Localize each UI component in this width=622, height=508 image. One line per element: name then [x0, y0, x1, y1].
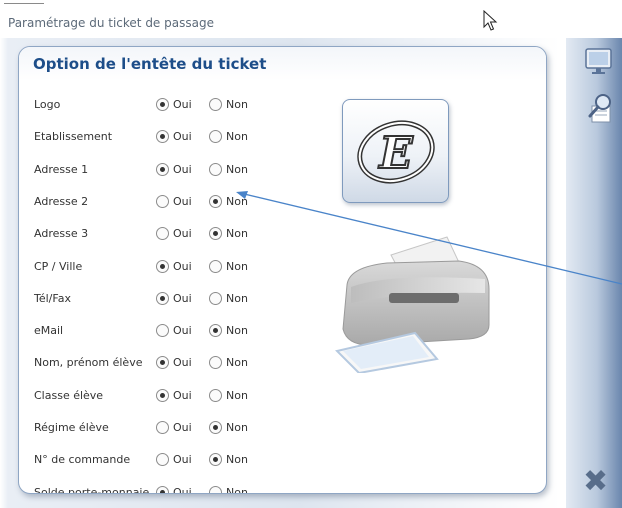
radio-oui-label: Oui	[173, 194, 192, 208]
radio-oui-label: Oui	[173, 162, 192, 176]
radio-oui-button[interactable]	[156, 324, 169, 338]
printer-icon	[335, 236, 490, 373]
option-row: Adresse 3 Oui Non	[19, 224, 319, 244]
option-label: N° de commande	[34, 453, 131, 467]
title-bar: Paramétrage du ticket de passage	[0, 0, 622, 38]
option-row: Régime élève Oui Non	[19, 418, 319, 438]
panel-title: Option de l'entête du ticket	[33, 55, 267, 73]
radio-oui-button[interactable]	[156, 194, 169, 208]
radio-oui-button[interactable]	[156, 98, 169, 111]
close-icon[interactable]: ✖	[583, 467, 608, 497]
radio-oui-label: Oui	[173, 227, 192, 241]
radio-non-button[interactable]	[209, 162, 222, 176]
logo-letter: E	[377, 128, 414, 179]
radio-non-label: Non	[226, 324, 248, 338]
logo-e-icon: E	[357, 120, 435, 184]
print-preview-icon[interactable]	[584, 92, 616, 126]
radio-non-button[interactable]	[209, 356, 222, 370]
radio-non-label: Non	[226, 291, 248, 305]
radio-non-label: Non	[226, 130, 248, 144]
option-label: Nom, prénom élève	[34, 356, 143, 370]
header-options-panel: Option de l'entête du ticket Logo Oui Non E…	[18, 46, 547, 494]
radio-oui-label: Oui	[173, 259, 192, 273]
option-label: Adresse 3	[34, 227, 89, 241]
option-row: eMail Oui Non	[19, 321, 319, 341]
radio-oui-button[interactable]	[156, 356, 169, 370]
radio-non-label: Non	[226, 194, 248, 208]
radio-oui-button[interactable]	[156, 485, 169, 493]
option-row: CP / Ville Oui Non	[19, 257, 319, 277]
radio-non-label: Non	[226, 453, 248, 467]
radio-oui-button[interactable]	[156, 227, 169, 241]
radio-non-label: Non	[226, 162, 248, 176]
radio-non-label: Non	[226, 421, 248, 434]
option-label: Tél/Fax	[34, 291, 71, 305]
radio-oui-label: Oui	[173, 421, 192, 434]
radio-oui-label: Oui	[173, 356, 192, 370]
option-label: Logo	[34, 98, 61, 111]
radio-oui-button[interactable]	[156, 291, 169, 305]
panel-header: Option de l'entête du ticket	[19, 47, 546, 81]
option-row: Classe élève Oui Non	[19, 386, 319, 406]
radio-non-button[interactable]	[209, 130, 222, 144]
radio-non-label: Non	[226, 388, 248, 402]
radio-non-button[interactable]	[209, 259, 222, 273]
radio-oui-button[interactable]	[156, 421, 169, 434]
option-label: Solde porte-monnaie	[34, 485, 150, 494]
option-label: Classe élève	[34, 388, 104, 402]
option-row: Logo Oui Non	[19, 95, 319, 115]
radio-non-button[interactable]	[209, 453, 222, 467]
option-label: Régime élève	[34, 421, 109, 434]
option-row: Nom, prénom élève Oui Non	[19, 353, 319, 373]
radio-non-button[interactable]	[209, 485, 222, 493]
monitor-icon[interactable]	[584, 46, 614, 78]
radio-oui-button[interactable]	[156, 130, 169, 144]
option-label: eMail	[34, 324, 64, 338]
radio-non-button[interactable]	[209, 227, 222, 241]
logo-preview: E	[342, 99, 449, 203]
window-title: Paramétrage du ticket de passage	[8, 16, 214, 30]
option-row: Solde porte-monnaie Oui Non	[19, 483, 319, 494]
radio-oui-label: Oui	[173, 485, 192, 494]
option-row: Etablissement Oui Non	[19, 127, 319, 147]
radio-non-label: Non	[226, 356, 248, 370]
radio-oui-button[interactable]	[156, 259, 169, 273]
radio-oui-button[interactable]	[156, 388, 169, 402]
radio-oui-label: Oui	[173, 130, 192, 144]
radio-non-label: Non	[226, 259, 248, 273]
radio-oui-button[interactable]	[156, 453, 169, 467]
title-bar-edge	[4, 3, 44, 9]
option-label: Adresse 1	[34, 162, 89, 176]
option-label: Etablissement	[34, 130, 113, 144]
radio-non-button[interactable]	[209, 194, 222, 208]
mouse-cursor-icon	[483, 10, 498, 31]
option-label: Adresse 2	[34, 194, 89, 208]
radio-non-label: Non	[226, 485, 248, 494]
radio-oui-label: Oui	[173, 291, 192, 305]
radio-oui-label: Oui	[173, 388, 192, 402]
option-label: CP / Ville	[34, 259, 83, 273]
option-row: N° de commande Oui Non	[19, 450, 319, 470]
radio-non-button[interactable]	[209, 388, 222, 402]
radio-oui-label: Oui	[173, 98, 192, 111]
radio-oui-button[interactable]	[156, 162, 169, 176]
radio-non-button[interactable]	[209, 291, 222, 305]
option-row: Adresse 1 Oui Non	[19, 160, 319, 180]
radio-non-button[interactable]	[209, 421, 222, 434]
radio-non-button[interactable]	[209, 324, 222, 338]
radio-oui-label: Oui	[173, 324, 192, 338]
option-row: Tél/Fax Oui Non	[19, 289, 319, 309]
radio-non-label: Non	[226, 227, 248, 241]
radio-non-button[interactable]	[209, 98, 222, 111]
option-row: Adresse 2 Oui Non	[19, 192, 319, 212]
radio-oui-label: Oui	[173, 453, 192, 467]
radio-non-label: Non	[226, 98, 248, 111]
